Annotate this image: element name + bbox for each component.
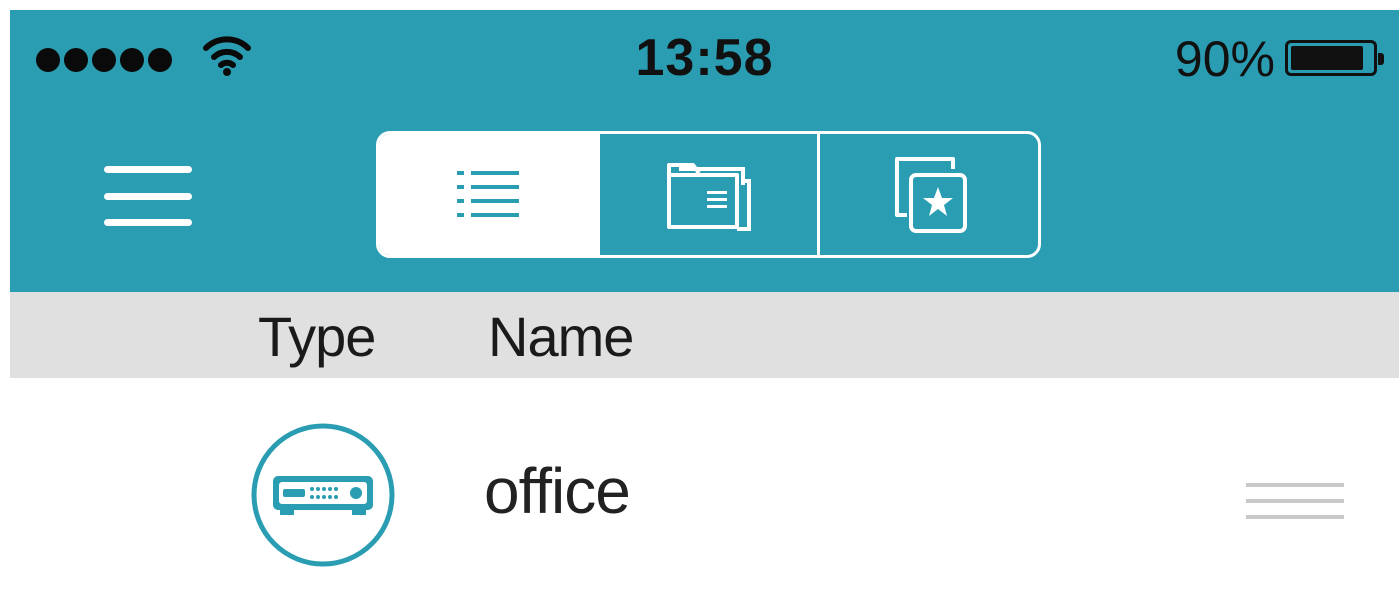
battery-percentage: 90%: [1174, 31, 1275, 87]
item-name: office: [484, 455, 631, 527]
menu-button[interactable]: [104, 166, 192, 226]
top-bar: 13:58 90%: [10, 10, 1399, 292]
column-header: Type Name: [10, 292, 1399, 378]
list-icon: [456, 170, 519, 217]
view-mode-segmented-control: [376, 131, 1041, 258]
reorder-handle-icon[interactable]: [1246, 483, 1344, 519]
column-header-name[interactable]: Name: [488, 304, 634, 369]
network-device-icon: [251, 423, 395, 567]
folder-icon: [666, 162, 751, 231]
segment-list-view[interactable]: [379, 134, 597, 255]
favorites-icon: [895, 156, 968, 233]
segment-folder-view[interactable]: [596, 134, 818, 255]
list-item[interactable]: office: [10, 378, 1399, 609]
hamburger-menu-icon: [104, 166, 192, 173]
segment-favorites-view[interactable]: [817, 134, 1038, 255]
column-header-type[interactable]: Type: [258, 304, 376, 369]
battery-icon: [1285, 40, 1384, 76]
app-screen: 13:58 90% Type Name office: [10, 10, 1399, 609]
